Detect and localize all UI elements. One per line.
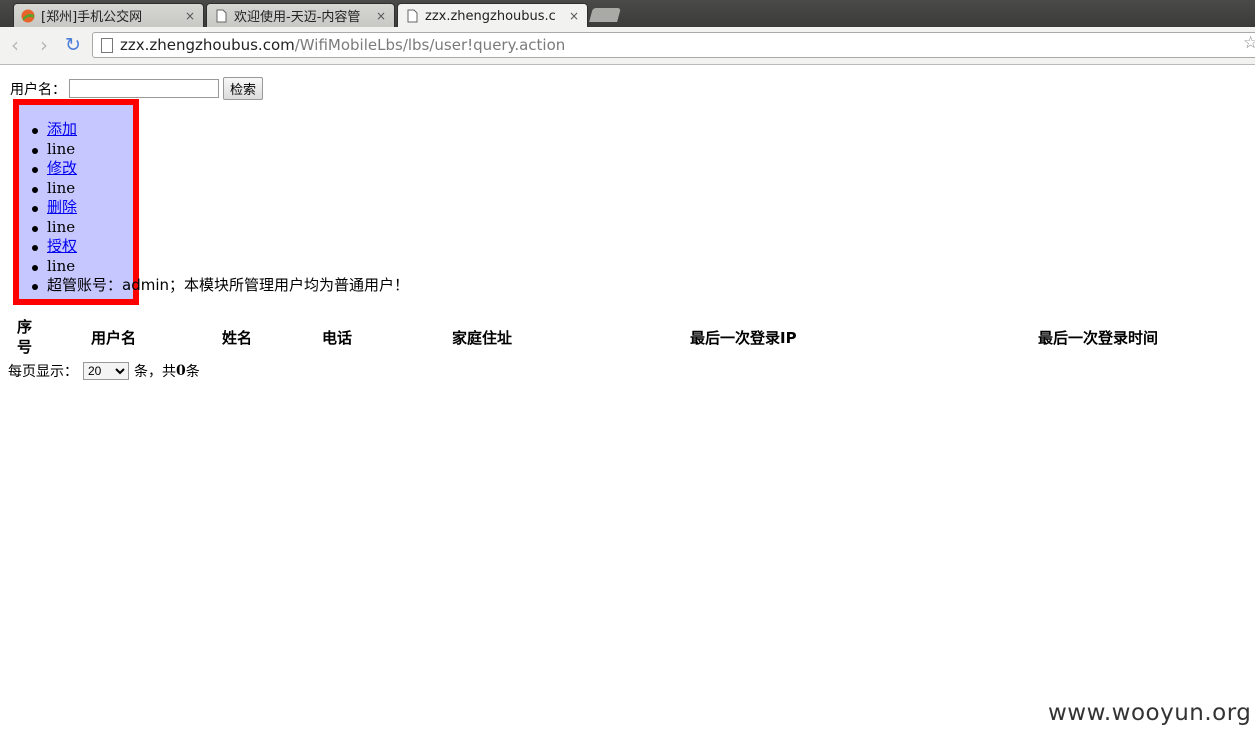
menu-item-authorize: 授权 xyxy=(31,237,409,257)
pagination: 每页显示： 20 条，共 0 条 xyxy=(8,361,200,381)
admin-notice: 超管账号：admin；本模块所管理用户均为普通用户！ xyxy=(31,276,410,296)
menu-separator: line xyxy=(31,179,409,199)
page-content: 用户名： 检索 添加 line 修改 line 删除 line 授权 line … xyxy=(0,65,1255,741)
menu-separator: line xyxy=(31,218,409,238)
column-header-last-login-ip: 最后一次登录IP xyxy=(690,329,797,347)
url-host: zzx.zhengzhoubus.com xyxy=(120,36,295,54)
column-header-username: 用户名 xyxy=(91,329,137,347)
menu-item-edit: 修改 xyxy=(31,159,409,179)
page-icon xyxy=(101,38,113,53)
new-tab-button[interactable] xyxy=(589,8,621,22)
column-header-seq: 序号 xyxy=(17,318,33,356)
menu-item-delete: 删除 xyxy=(31,198,409,218)
tab-title: zzx.zhengzhoubus.c xyxy=(425,8,556,24)
menu-item-add: 添加 xyxy=(31,120,409,140)
username-search-input[interactable] xyxy=(69,79,219,98)
watermark: www.wooyun.org xyxy=(1048,700,1252,726)
tab-close-icon[interactable]: × xyxy=(569,9,579,23)
column-header-phone: 电话 xyxy=(322,329,353,347)
tab-strip: [郑州]手机公交网 × 欢迎使用-天迈-内容管 × zzx.zhengzhoub… xyxy=(0,0,1255,28)
authorize-link[interactable]: 授权 xyxy=(47,237,77,255)
tab-zhengzhou-bus[interactable]: [郑州]手机公交网 × xyxy=(13,3,204,27)
add-link[interactable]: 添加 xyxy=(47,120,77,138)
page-size-select[interactable]: 20 xyxy=(83,362,129,380)
tab-active-user-query[interactable]: zzx.zhengzhoubus.c × xyxy=(397,3,588,28)
tab-close-icon[interactable]: × xyxy=(185,9,195,23)
username-label: 用户名： xyxy=(10,81,66,98)
address-bar[interactable]: zzx.zhengzhoubus.com/WifiMobileLbs/lbs/u… xyxy=(92,32,1255,58)
tab-title: [郑州]手机公交网 xyxy=(41,10,143,25)
page-icon xyxy=(216,9,227,22)
site-favicon-icon xyxy=(21,9,35,22)
tab-title: 欢迎使用-天迈-内容管 xyxy=(234,10,361,25)
search-form: 用户名： 检索 xyxy=(10,77,264,100)
back-arrow-icon[interactable]: ‹ xyxy=(3,33,27,57)
column-header-address: 家庭住址 xyxy=(452,329,513,347)
forward-arrow-icon[interactable]: › xyxy=(32,33,56,57)
notice-account: admin xyxy=(122,276,170,294)
notice-prefix: 超管账号： xyxy=(47,276,123,294)
menu-separator: line xyxy=(31,257,409,277)
notice-suffix: ；本模块所管理用户均为普通用户！ xyxy=(169,276,410,294)
browser-toolbar: ‹ › ↻ zzx.zhengzhoubus.com/WifiMobileLbs… xyxy=(0,27,1255,65)
menu-separator: line xyxy=(31,140,409,160)
edit-link[interactable]: 修改 xyxy=(47,159,77,177)
column-header-last-login-time: 最后一次登录时间 xyxy=(1038,329,1159,347)
action-menu: 添加 line 修改 line 删除 line 授权 line 超管账号：adm… xyxy=(31,120,410,296)
tab-close-icon[interactable]: × xyxy=(376,9,386,23)
pager-suffix: 条 xyxy=(185,364,200,380)
tab-welcome-cms[interactable]: 欢迎使用-天迈-内容管 × xyxy=(206,3,395,27)
total-count: 0 xyxy=(176,363,186,379)
page-icon xyxy=(407,9,418,23)
pager-middle: 条，共 xyxy=(134,364,176,380)
reload-icon[interactable]: ↻ xyxy=(61,33,85,57)
user-table-header: 序号 用户名 姓名 电话 家庭住址 最后一次登录IP 最后一次登录时间 xyxy=(0,315,1255,359)
url-path: /WifiMobileLbs/lbs/user!query.action xyxy=(294,36,566,54)
search-button[interactable]: 检索 xyxy=(223,77,264,100)
delete-link[interactable]: 删除 xyxy=(47,198,77,216)
pager-prefix: 每页显示： xyxy=(8,364,78,380)
column-header-name: 姓名 xyxy=(222,329,253,347)
bookmark-star-icon[interactable]: ☆ xyxy=(1243,33,1255,53)
